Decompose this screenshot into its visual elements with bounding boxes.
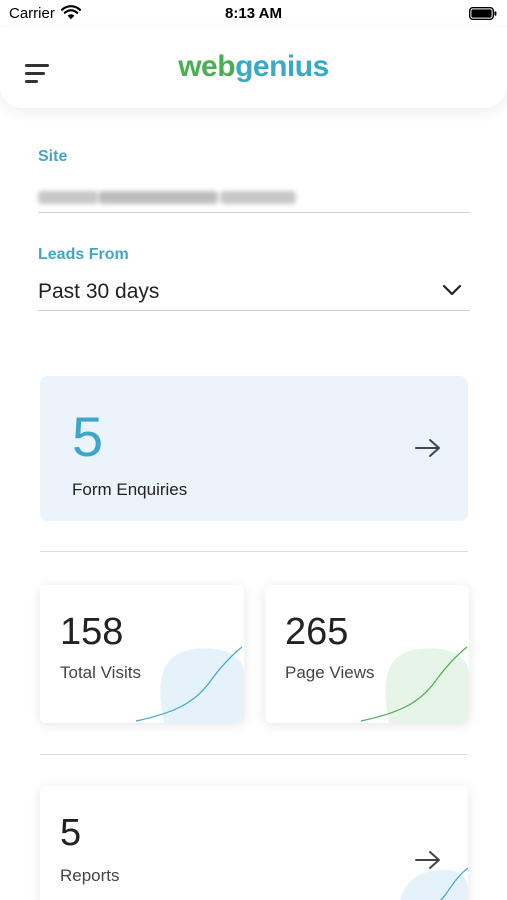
- trend-decoration: [135, 646, 244, 723]
- total-visits-label: Total Visits: [60, 663, 141, 682]
- leads-from-value: Past 30 days: [38, 280, 160, 303]
- logo-text-web: web: [178, 50, 236, 83]
- arrow-right-icon: [415, 439, 440, 457]
- leads-field-underline: [38, 310, 470, 311]
- page-views-card[interactable]: 265 Page Views: [265, 585, 469, 723]
- reports-card[interactable]: 5 Reports: [40, 786, 468, 900]
- brand-logo: webgenius: [0, 50, 507, 84]
- leads-from-label: Leads From: [38, 246, 129, 263]
- form-enquiries-count: 5: [72, 405, 104, 468]
- site-label: Site: [38, 148, 68, 165]
- status-time: 8:13 AM: [225, 5, 282, 22]
- section-divider: [40, 551, 468, 552]
- chevron-down-icon: [442, 284, 462, 296]
- battery-icon: [469, 7, 497, 20]
- section-divider: [40, 754, 468, 755]
- total-visits-card[interactable]: 158 Total Visits: [40, 585, 244, 723]
- status-bar: Carrier 8:13 AM: [0, 0, 507, 28]
- form-enquiries-card[interactable]: 5 Form Enquiries: [40, 376, 468, 521]
- trend-decoration: [400, 867, 468, 900]
- site-field-underline: [38, 212, 470, 213]
- leads-from-select[interactable]: Past 30 days: [38, 278, 470, 308]
- form-enquiries-label: Form Enquiries: [72, 480, 188, 499]
- app-header: webgenius: [0, 28, 507, 108]
- reports-count: 5: [60, 812, 82, 854]
- site-value-obscured[interactable]: [38, 186, 298, 208]
- logo-text-genius: genius: [235, 50, 329, 83]
- trend-decoration: [360, 646, 469, 723]
- page-views-value: 265: [285, 611, 349, 653]
- total-visits-value: 158: [60, 611, 124, 653]
- reports-label: Reports: [60, 866, 120, 885]
